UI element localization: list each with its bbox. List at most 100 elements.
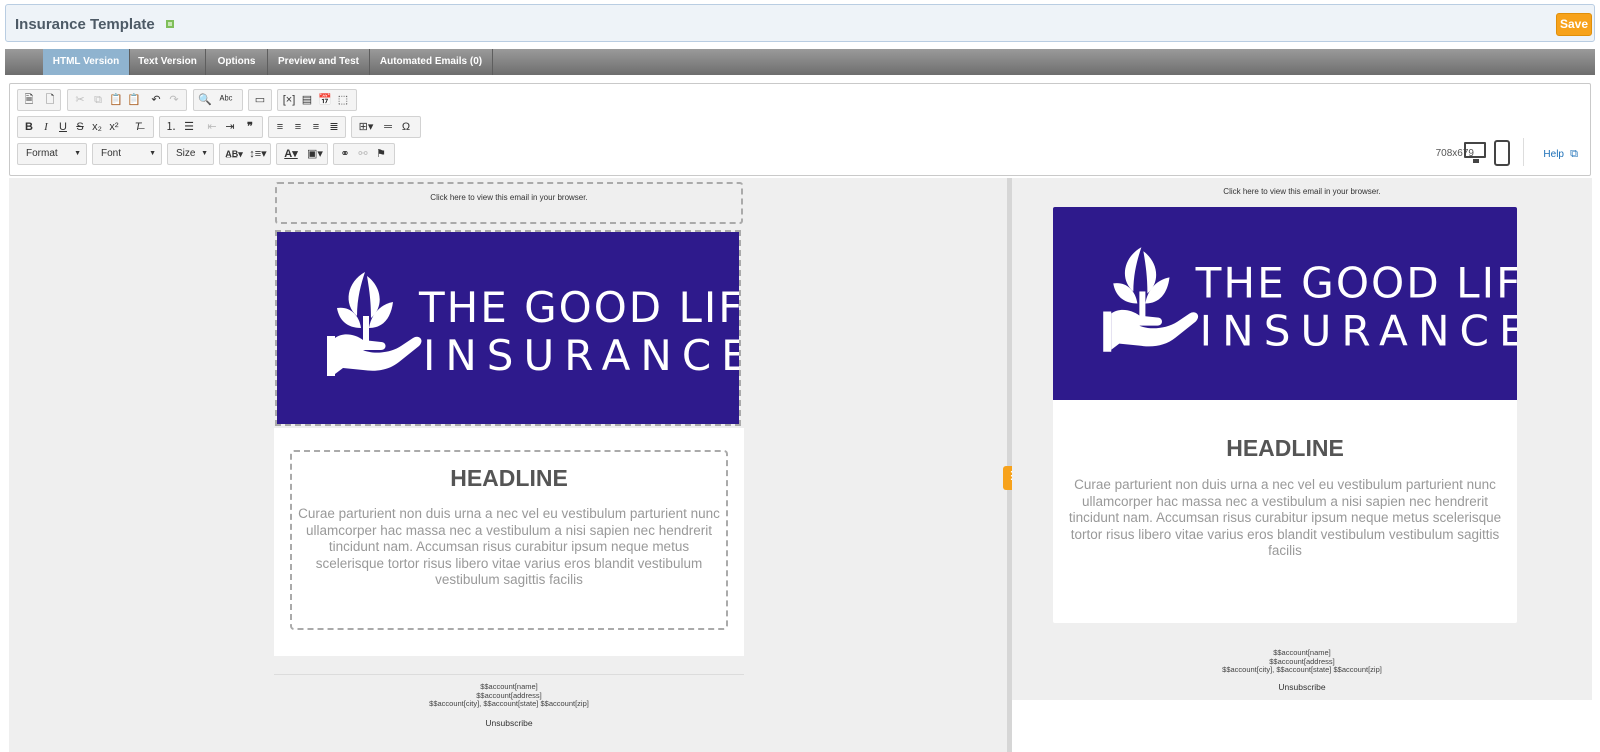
chevron-down-icon: ▼ <box>149 150 156 157</box>
preview-footer: $$account[name] $$account[address] $$acc… <box>1012 648 1592 692</box>
font-dropdown[interactable]: Font ▼ <box>92 143 162 165</box>
link-group: ⚭ ⚯ ⚑ <box>333 143 395 165</box>
help-link[interactable]: Help <box>1543 149 1564 160</box>
anchor-flag-icon[interactable]: ⚑ <box>373 146 389 162</box>
find-group: 🔍 ᴬᵇᶜ <box>193 89 243 111</box>
align-justify-icon[interactable]: ≣ <box>326 119 342 135</box>
line-height-icon[interactable]: ↕≡▾ <box>247 146 269 162</box>
align-right-icon[interactable]: ≡ <box>308 119 324 135</box>
preview-pane: Click here to view this email in your br… <box>1012 178 1592 700</box>
brand-logo: THE GOOD LIFE INSURANCE <box>327 272 771 380</box>
align-left-icon[interactable]: ≡ <box>272 119 288 135</box>
table-group: ⊞▾ ═ Ω <box>351 116 421 138</box>
unlink-icon[interactable]: ⚯ <box>355 146 371 162</box>
source-icon[interactable]: 🗎 <box>21 92 37 108</box>
outdent-icon[interactable]: ⇤ <box>204 119 220 135</box>
lists-group: ⒈ ☰ ⇤ ⇥ ❞ <box>159 116 263 138</box>
find-icon[interactable]: 🔍 <box>197 92 213 108</box>
tab-text-version[interactable]: Text Version <box>130 49 206 75</box>
format-dropdown[interactable]: Format ▼ <box>17 143 87 165</box>
status-indicator-icon <box>166 20 174 28</box>
preview-sprout-hand-icon <box>1103 247 1199 352</box>
special-char-icon[interactable]: Ω <box>398 119 414 135</box>
banner-block[interactable]: THE GOOD LIFE INSURANCE <box>275 230 771 426</box>
basic-styles-group: B I U S x₂ x² T̶ <box>17 116 154 138</box>
size-dropdown-label: Size <box>176 148 196 159</box>
clipboard-group: ✂ ⧉ 📋 📋 ↶ ↷ <box>67 89 187 111</box>
image-icon[interactable]: ▭ <box>252 92 268 108</box>
new-page-icon[interactable]: 🗋 <box>42 92 58 108</box>
text-color-icon[interactable]: A▾ <box>280 146 302 162</box>
link-icon[interactable]: ⚭ <box>337 146 353 162</box>
external-link-icon[interactable]: ⧉ <box>1570 148 1578 161</box>
insert-group: [×] ▤ 📅 ⬚ <box>277 89 357 111</box>
select-all-icon[interactable]: ⬚ <box>335 92 351 108</box>
tab-options[interactable]: Options <box>206 49 268 75</box>
tab-html-version[interactable]: HTML Version <box>43 49 130 75</box>
preview-card: THE GOOD LIFE INSURANCE HEADLINE Curae p… <box>1053 207 1549 623</box>
tab-bar: HTML Version Text Version Options Previe… <box>5 49 1595 75</box>
blockquote-icon[interactable]: ❞ <box>242 119 258 135</box>
calendar-icon[interactable]: 📅 <box>317 92 333 108</box>
table-icon[interactable]: ⊞▾ <box>355 119 377 135</box>
tab-automated-emails[interactable]: Automated Emails (0) <box>370 49 493 75</box>
banner-image: THE GOOD LIFE INSURANCE <box>277 232 771 424</box>
preview-banner-image: THE GOOD LIFE INSURANCE <box>1053 207 1549 400</box>
horizontal-rule-icon[interactable]: ═ <box>380 119 396 135</box>
redo-icon[interactable]: ↷ <box>166 92 182 108</box>
footer-account-city: $$account[city], $$account[state] $$acco… <box>429 699 589 708</box>
body-text[interactable]: Curae parturient non duis urna a nec vel… <box>292 506 726 589</box>
email-footer: $$account[name] $$account[address] $$acc… <box>274 674 744 734</box>
format-dropdown-label: Format <box>26 148 58 159</box>
preview-view-in-browser-link[interactable]: Click here to view this email in your br… <box>1012 187 1592 196</box>
title-bar: Insurance Template Save <box>5 4 1595 42</box>
save-button[interactable]: Save <box>1556 13 1592 36</box>
view-in-browser-link[interactable]: Click here to view this email in your br… <box>277 193 741 202</box>
email-editor: Click here to view this email in your br… <box>274 178 771 752</box>
desktop-preview-icon[interactable] <box>1464 142 1486 163</box>
spellcheck-icon[interactable]: ᴬᵇᶜ <box>218 92 234 108</box>
undo-icon[interactable]: ↶ <box>148 92 164 108</box>
chevron-down-icon: ▼ <box>201 150 208 157</box>
toolbar-divider <box>1523 138 1524 166</box>
placeholder-icon[interactable]: [×] <box>281 92 297 108</box>
strike-icon[interactable]: S <box>72 119 88 135</box>
unsubscribe-link[interactable]: Unsubscribe <box>274 718 744 728</box>
preview-headline: HEADLINE <box>1226 435 1344 461</box>
italic-icon[interactable]: I <box>38 119 54 135</box>
paste-icon[interactable]: 📋 <box>108 92 124 108</box>
font-dropdown-label: Font <box>101 148 122 159</box>
preview-unsubscribe-link[interactable]: Unsubscribe <box>1012 682 1592 692</box>
preview-brand-logo: THE GOOD LIFE INSURANCE <box>1103 247 1549 356</box>
template-title: Insurance Template <box>15 16 155 33</box>
content-card: HEADLINE Curae parturient non duis urna … <box>274 428 744 656</box>
numbered-list-icon[interactable]: ⒈ <box>163 119 179 135</box>
letter-spacing-icon[interactable]: A̲B̲▾ <box>223 146 245 162</box>
view-in-browser-block[interactable]: Click here to view this email in your br… <box>275 182 743 224</box>
bulleted-list-icon[interactable]: ☰ <box>181 119 197 135</box>
tab-preview-and-test[interactable]: Preview and Test <box>268 49 370 75</box>
remove-format-icon[interactable]: T̶ <box>130 119 146 135</box>
block-icon[interactable]: ▤ <box>299 92 315 108</box>
background-color-icon[interactable]: ▣▾ <box>304 146 326 162</box>
headline[interactable]: HEADLINE <box>292 465 726 492</box>
cut-icon[interactable]: ✂ <box>72 92 88 108</box>
align-center-icon[interactable]: ≡ <box>290 119 306 135</box>
brand-line-1: THE GOOD LIFE <box>418 283 739 332</box>
align-group: ≡ ≡ ≡ ≣ <box>268 116 346 138</box>
subscript-icon[interactable]: x₂ <box>89 119 105 135</box>
paste-text-icon[interactable]: 📋 <box>126 92 142 108</box>
image-group: ▭ <box>248 89 272 111</box>
mobile-preview-icon[interactable] <box>1494 140 1510 166</box>
preview-body-text: Curae parturient non duis urna a nec vel… <box>1068 477 1502 558</box>
text-block[interactable]: HEADLINE Curae parturient non duis urna … <box>290 450 728 630</box>
superscript-icon[interactable]: x² <box>106 119 122 135</box>
bold-icon[interactable]: B <box>21 119 37 135</box>
sprout-hand-icon <box>327 272 422 376</box>
preview-brand-line-2: INSURANCE <box>1200 307 1517 356</box>
indent-icon[interactable]: ⇥ <box>222 119 238 135</box>
color-group: A▾ ▣▾ <box>276 143 328 165</box>
underline-icon[interactable]: U <box>55 119 71 135</box>
size-dropdown[interactable]: Size ▼ <box>167 143 214 165</box>
copy-icon[interactable]: ⧉ <box>90 92 106 108</box>
